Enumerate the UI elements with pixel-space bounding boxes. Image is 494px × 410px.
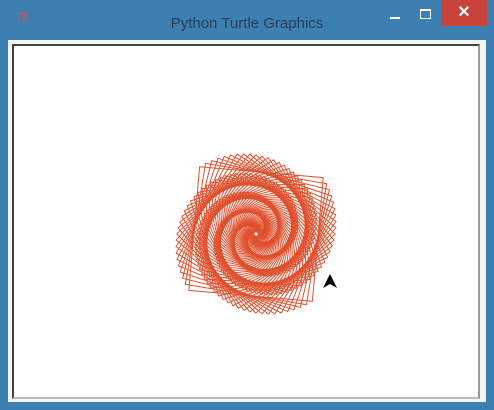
minimize-icon bbox=[390, 17, 400, 19]
maximize-icon bbox=[419, 9, 431, 19]
spiral-square bbox=[218, 196, 294, 272]
turtle-arrow-icon bbox=[323, 274, 337, 288]
close-button[interactable]: ✕ bbox=[441, 0, 487, 26]
app-window: 7k Python Turtle Graphics ✕ bbox=[0, 0, 494, 410]
title-bar[interactable]: 7k Python Turtle Graphics ✕ bbox=[0, 0, 494, 40]
canvas-frame bbox=[12, 44, 480, 399]
maximize-button[interactable] bbox=[412, 0, 438, 28]
spiral-square bbox=[216, 194, 296, 274]
spiral-drawing bbox=[175, 153, 337, 315]
turtle-canvas[interactable] bbox=[14, 46, 478, 397]
minimize-button[interactable] bbox=[382, 0, 408, 28]
window-client-area bbox=[8, 40, 486, 402]
close-icon: ✕ bbox=[457, 4, 471, 21]
